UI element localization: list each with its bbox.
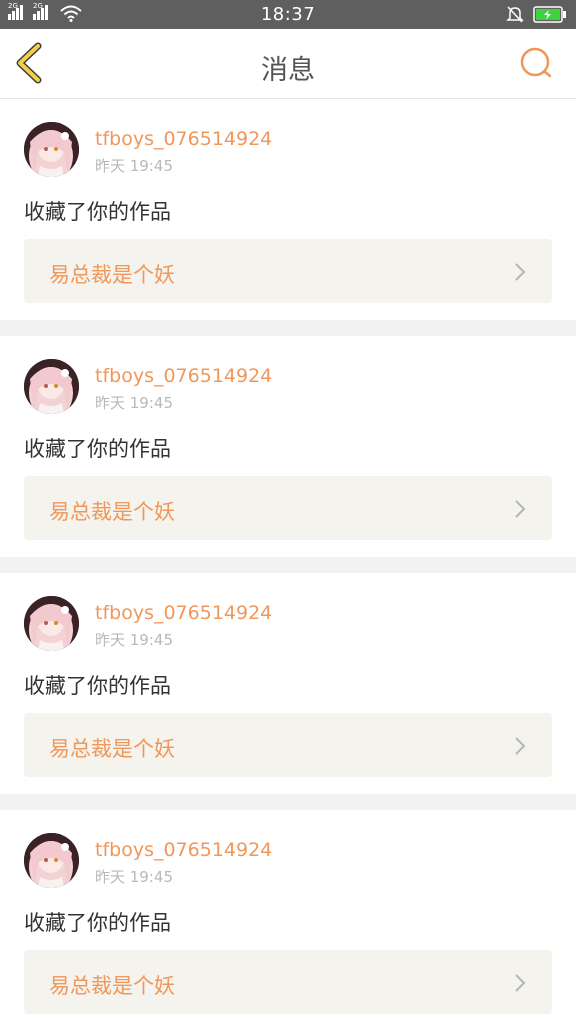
avatar[interactable] xyxy=(24,833,79,888)
battery-charging-icon xyxy=(533,6,567,27)
username[interactable]: tfboys_076514924 xyxy=(95,365,272,387)
username[interactable]: tfboys_076514924 xyxy=(95,839,272,861)
search-icon xyxy=(520,47,552,78)
message-action: 收藏了你的作品 xyxy=(24,437,171,461)
message-time: 昨天 19:45 xyxy=(95,631,173,649)
avatar[interactable] xyxy=(24,122,79,177)
avatar[interactable] xyxy=(24,596,79,651)
username[interactable]: tfboys_076514924 xyxy=(95,128,272,150)
work-link[interactable]: 易总裁是个妖 xyxy=(24,713,552,777)
chevron-right-icon xyxy=(514,737,526,759)
username[interactable]: tfboys_076514924 xyxy=(95,602,272,624)
bell-muted-icon xyxy=(506,5,524,27)
message-action: 收藏了你的作品 xyxy=(24,200,171,224)
work-title: 易总裁是个妖 xyxy=(49,974,175,998)
search-button[interactable] xyxy=(516,44,556,84)
message-card: tfboys_076514924 昨天 19:45 收藏了你的作品 易总裁是个妖 xyxy=(0,810,576,1031)
status-bar: 2G 2G 18:37 xyxy=(0,0,576,29)
message-card: tfboys_076514924 昨天 19:45 收藏了你的作品 易总裁是个妖 xyxy=(0,99,576,320)
chevron-right-icon xyxy=(514,263,526,285)
work-title: 易总裁是个妖 xyxy=(49,263,175,287)
message-time: 昨天 19:45 xyxy=(95,157,173,175)
status-time: 18:37 xyxy=(260,4,316,25)
message-card: tfboys_076514924 昨天 19:45 收藏了你的作品 易总裁是个妖 xyxy=(0,573,576,794)
work-link[interactable]: 易总裁是个妖 xyxy=(24,239,552,303)
work-link[interactable]: 易总裁是个妖 xyxy=(24,950,552,1014)
work-title: 易总裁是个妖 xyxy=(49,737,175,761)
chevron-right-icon xyxy=(514,500,526,522)
message-action: 收藏了你的作品 xyxy=(24,674,171,698)
message-action: 收藏了你的作品 xyxy=(24,911,171,935)
chevron-right-icon xyxy=(514,974,526,996)
avatar[interactable] xyxy=(24,359,79,414)
header: 消息 xyxy=(0,29,576,99)
page-title: 消息 xyxy=(261,55,315,86)
message-card: tfboys_076514924 昨天 19:45 收藏了你的作品 易总裁是个妖 xyxy=(0,336,576,557)
work-link[interactable]: 易总裁是个妖 xyxy=(24,476,552,540)
message-time: 昨天 19:45 xyxy=(95,394,173,412)
work-title: 易总裁是个妖 xyxy=(49,500,175,524)
message-time: 昨天 19:45 xyxy=(95,868,173,886)
